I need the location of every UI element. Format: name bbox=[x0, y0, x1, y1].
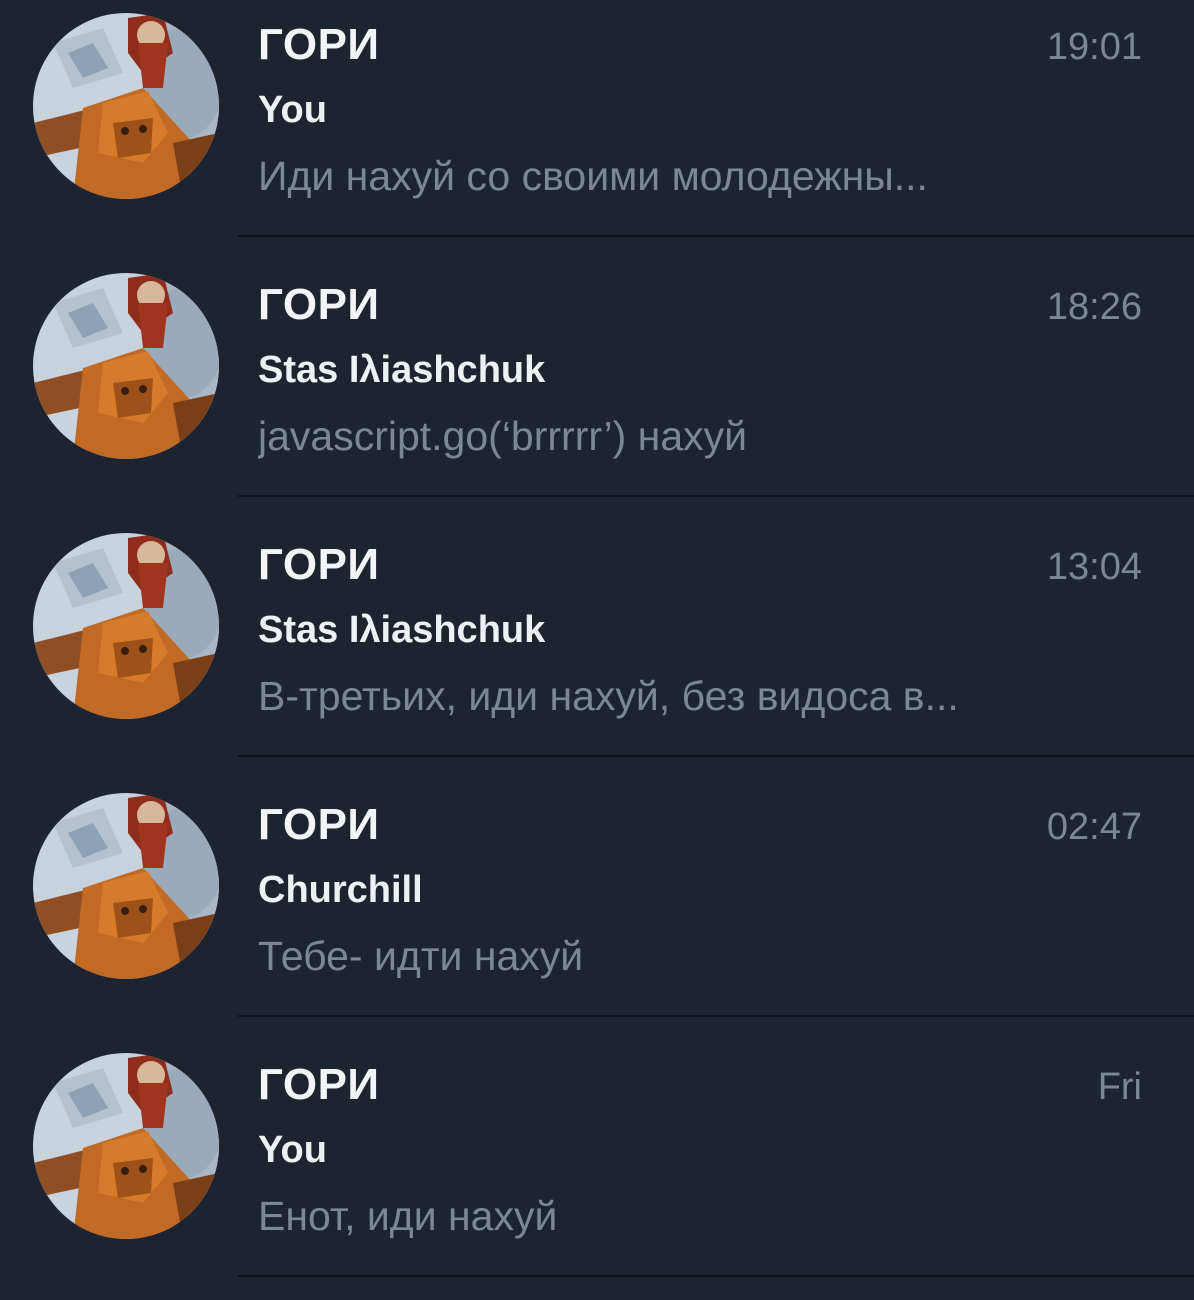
chat-list-item[interactable]: ГОРИ 13:04 Stas Iλiashchuk В-третьих, ид… bbox=[0, 520, 1194, 780]
chat-time: 18:26 bbox=[1046, 286, 1142, 328]
divider bbox=[238, 1275, 1194, 1277]
chat-list-item[interactable]: ГОРИ Fri You Енот, иди нахуй bbox=[0, 1040, 1194, 1300]
last-message-preview: javascript.go(‘brrrrr’) нахуй bbox=[258, 413, 748, 459]
avatar-image bbox=[33, 533, 219, 719]
chat-title: ГОРИ bbox=[258, 540, 380, 589]
last-message-sender: You bbox=[258, 89, 327, 131]
avatar-image bbox=[33, 1053, 219, 1239]
chat-time: 02:47 bbox=[1046, 806, 1142, 848]
chat-time: 13:04 bbox=[1046, 546, 1142, 588]
last-message-preview: В-третьих, иди нахуй, без видоса в... bbox=[258, 673, 959, 719]
avatar-image bbox=[33, 273, 219, 459]
divider bbox=[238, 495, 1194, 497]
last-message-sender: Churchill bbox=[258, 869, 423, 911]
last-message-sender: You bbox=[258, 1129, 327, 1171]
chat-list-item[interactable]: ГОРИ 02:47 Churchill Тебе- идти нахуй bbox=[0, 780, 1194, 1040]
chat-title: ГОРИ bbox=[258, 800, 380, 849]
divider bbox=[238, 755, 1194, 757]
last-message-preview: Иди нахуй со своими молодежны... bbox=[258, 153, 928, 199]
last-message-sender: Stas Iλiashchuk bbox=[258, 609, 546, 651]
chat-list-item[interactable]: ГОРИ 18:26 Stas Iλiashchuk javascript.go… bbox=[0, 260, 1194, 520]
group-avatar[interactable] bbox=[33, 273, 219, 459]
divider bbox=[238, 1015, 1194, 1017]
last-message-sender: Stas Iλiashchuk bbox=[258, 349, 546, 391]
avatar-image bbox=[33, 13, 219, 199]
chat-title: ГОРИ bbox=[258, 1060, 380, 1109]
last-message-preview: Тебе- идти нахуй bbox=[258, 933, 584, 979]
last-message-preview: Енот, иди нахуй bbox=[258, 1193, 558, 1239]
group-avatar[interactable] bbox=[33, 13, 219, 199]
group-avatar[interactable] bbox=[33, 533, 219, 719]
group-avatar[interactable] bbox=[33, 1053, 219, 1239]
chat-time: Fri bbox=[1097, 1066, 1142, 1108]
divider bbox=[238, 235, 1194, 237]
chat-time: 19:01 bbox=[1046, 26, 1142, 68]
chat-title: ГОРИ bbox=[258, 280, 380, 329]
chat-list: ГОРИ 19:01 You Иди нахуй со своими молод… bbox=[0, 0, 1194, 1280]
chat-title: ГОРИ bbox=[258, 20, 380, 69]
chat-list-item[interactable]: ГОРИ 19:01 You Иди нахуй со своими молод… bbox=[0, 0, 1194, 260]
avatar-image bbox=[33, 793, 219, 979]
group-avatar[interactable] bbox=[33, 793, 219, 979]
